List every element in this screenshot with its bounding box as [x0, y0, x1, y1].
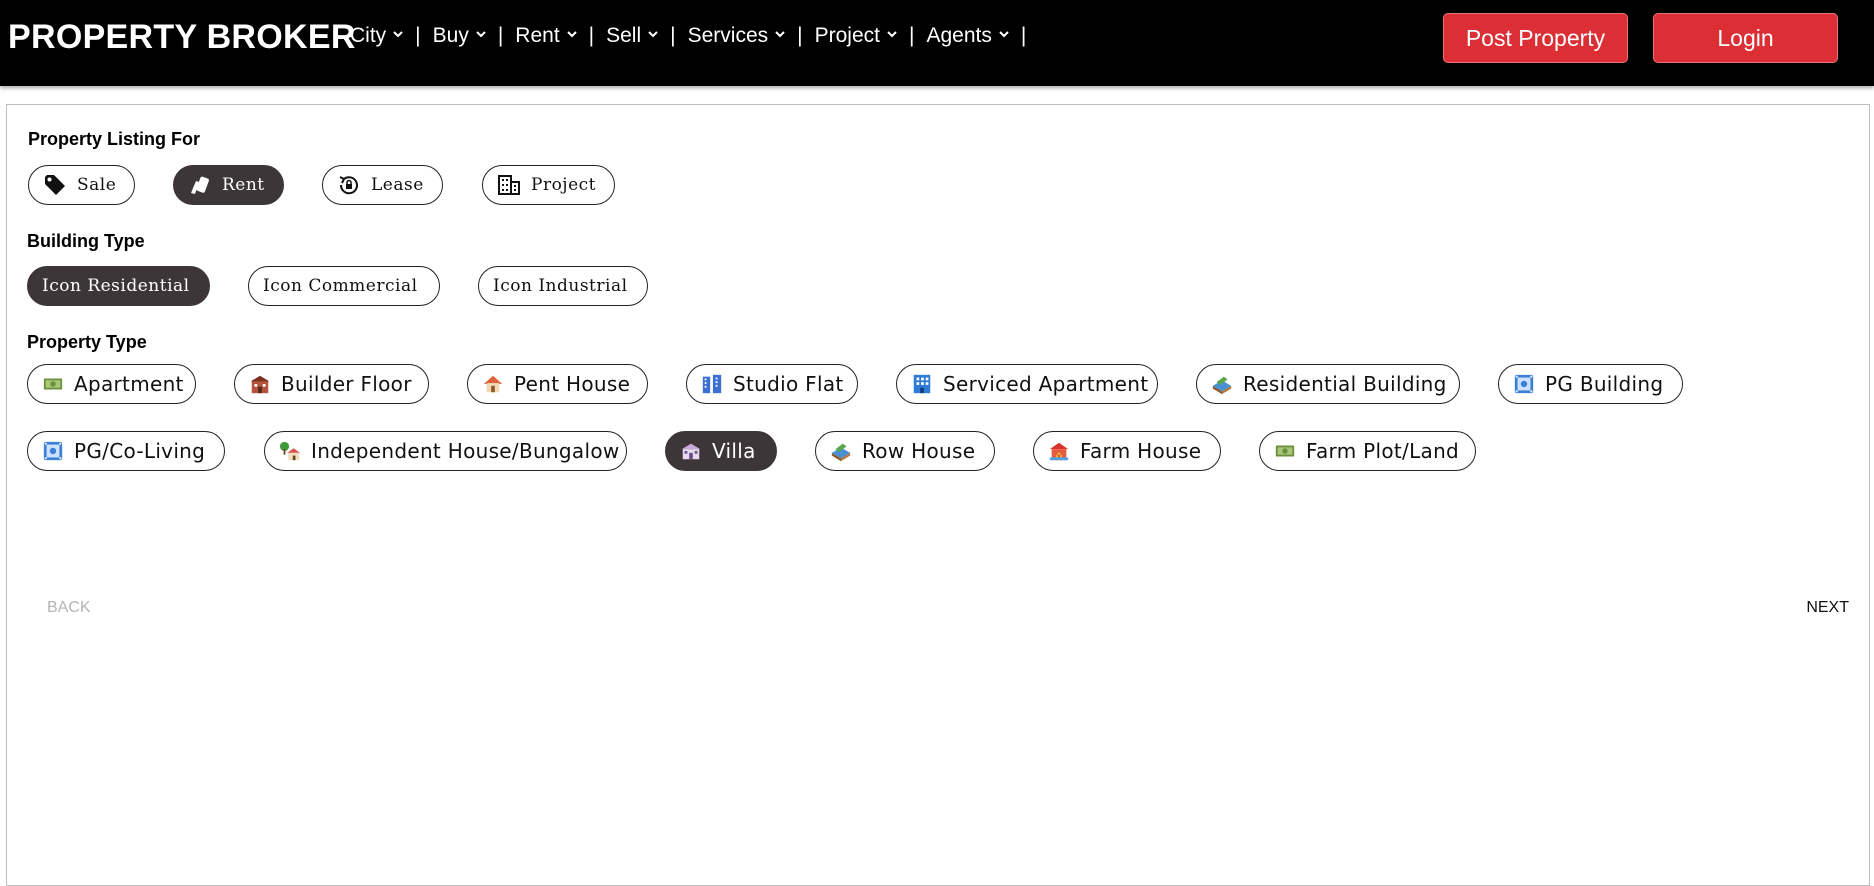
- property-option-row-house[interactable]: Row House: [815, 431, 995, 471]
- property-option-farm-house[interactable]: Farm House: [1033, 431, 1221, 471]
- apartment-icon: [43, 378, 63, 390]
- nav-city-label: City: [350, 24, 387, 47]
- nav-separator: |: [1020, 24, 1027, 47]
- nav-separator: |: [497, 24, 504, 47]
- building-option-industrial[interactable]: Icon Industrial: [478, 266, 648, 306]
- residential-building-icon: [1212, 376, 1232, 395]
- lease-lock-icon: [339, 176, 358, 195]
- property-option-label: PG/Co-Living: [74, 439, 206, 463]
- property-option-pg-co-living[interactable]: PG/Co-Living: [27, 431, 225, 471]
- rent-cards-icon: [191, 176, 209, 194]
- listing-option-lease[interactable]: Lease: [322, 165, 443, 205]
- house-icon: [483, 375, 503, 393]
- main-nav: City | Buy | Rent | Sell | Services | Pr…: [350, 24, 1038, 48]
- brand-logo[interactable]: PROPERTY BROKER: [8, 18, 356, 57]
- building-icon: [498, 175, 520, 195]
- chevron-down-icon: [393, 31, 403, 38]
- property-option-label: Farm House: [1080, 439, 1202, 463]
- listing-form-panel: Property Listing For Sale Rent Lease Pro…: [6, 104, 1870, 886]
- listing-option-label: Rent: [222, 175, 265, 195]
- post-property-button[interactable]: Post Property: [1443, 13, 1628, 63]
- nav-agents-label: Agents: [926, 24, 992, 47]
- building-option-residential[interactable]: Icon Residential: [27, 266, 210, 306]
- property-option-farm-plot-land[interactable]: Farm Plot/Land: [1259, 431, 1476, 471]
- property-option-residential-building[interactable]: Residential Building: [1196, 364, 1460, 404]
- listing-option-sale[interactable]: Sale: [28, 165, 135, 205]
- nav-rent-label: Rent: [515, 24, 560, 47]
- listing-for-label: Property Listing For: [28, 129, 201, 149]
- chevron-down-icon: [476, 31, 486, 38]
- nav-separator: |: [908, 24, 915, 47]
- property-option-apartment[interactable]: Apartment: [27, 364, 196, 404]
- farm-house-icon: [1049, 442, 1069, 461]
- villa-icon: [681, 443, 701, 460]
- nav-buy[interactable]: Buy: [433, 24, 486, 48]
- nav-project-label: Project: [814, 24, 880, 47]
- chevron-down-icon: [648, 31, 658, 38]
- listing-option-project[interactable]: Project: [482, 165, 615, 205]
- tag-icon: [45, 175, 65, 195]
- chevron-down-icon: [887, 31, 897, 38]
- building-option-label: Icon Industrial: [493, 276, 628, 296]
- nav-separator: |: [797, 24, 803, 47]
- nav-rent[interactable]: Rent: [515, 24, 577, 48]
- chevron-down-icon: [999, 31, 1009, 38]
- nav-separator: |: [670, 24, 676, 47]
- nav-separator: |: [588, 24, 595, 47]
- building-option-label: Icon Residential: [42, 276, 190, 296]
- property-option-villa[interactable]: Villa: [665, 431, 777, 471]
- property-option-independent-house[interactable]: Independent House/Bungalow: [264, 431, 627, 471]
- property-option-pent-house[interactable]: Pent House: [467, 364, 648, 404]
- property-option-label: PG Building: [1545, 372, 1664, 396]
- property-option-studio-flat[interactable]: Studio Flat: [686, 364, 858, 404]
- property-option-label: Villa: [712, 439, 756, 463]
- builder-floor-icon: [250, 375, 270, 394]
- studio-flat-icon: [702, 374, 722, 394]
- building-option-label: Icon Commercial: [263, 276, 418, 296]
- property-option-label: Builder Floor: [281, 372, 412, 396]
- nav-city[interactable]: City: [350, 24, 403, 48]
- building-type-label: Building Type: [27, 231, 145, 251]
- nav-buy-label: Buy: [432, 24, 469, 47]
- chevron-down-icon: [775, 31, 785, 38]
- listing-option-label: Sale: [77, 175, 117, 195]
- pg-co-living-icon: [43, 441, 63, 461]
- office-building-icon: [913, 374, 931, 394]
- nav-sell[interactable]: Sell: [606, 24, 658, 48]
- nav-agents[interactable]: Agents: [926, 24, 1009, 48]
- listing-option-label: Project: [531, 175, 596, 195]
- land-plot-icon: [1275, 445, 1295, 457]
- building-option-commercial[interactable]: Icon Commercial: [248, 266, 440, 306]
- back-button[interactable]: BACK: [47, 599, 91, 617]
- property-option-label: Studio Flat: [733, 372, 844, 396]
- property-option-pg-building[interactable]: PG Building: [1498, 364, 1683, 404]
- row-house-icon: [831, 443, 851, 462]
- listing-option-rent[interactable]: Rent: [173, 165, 284, 205]
- nav-services[interactable]: Services: [688, 24, 786, 48]
- next-button[interactable]: NEXT: [1806, 599, 1849, 617]
- property-option-label: Row House: [862, 439, 976, 463]
- top-navbar: PROPERTY BROKER City | Buy | Rent | Sell…: [0, 0, 1874, 86]
- pg-building-icon: [1514, 374, 1534, 394]
- property-option-label: Farm Plot/Land: [1306, 439, 1460, 463]
- nav-sell-label: Sell: [606, 24, 642, 47]
- login-button[interactable]: Login: [1653, 13, 1838, 63]
- house-with-garden-icon: [279, 441, 301, 461]
- nav-services-label: Services: [687, 24, 769, 47]
- property-option-serviced-apartment[interactable]: Serviced Apartment: [896, 364, 1158, 404]
- property-option-builder-floor[interactable]: Builder Floor: [234, 364, 429, 404]
- property-option-label: Residential Building: [1243, 372, 1447, 396]
- property-option-label: Independent House/Bungalow: [311, 439, 620, 463]
- chevron-down-icon: [566, 31, 577, 38]
- nav-project[interactable]: Project: [815, 24, 897, 48]
- property-option-label: Apartment: [74, 372, 184, 396]
- property-option-label: Pent House: [514, 372, 631, 396]
- property-type-label: Property Type: [27, 332, 147, 352]
- nav-separator: |: [415, 24, 421, 47]
- property-option-label: Serviced Apartment: [943, 372, 1149, 396]
- listing-option-label: Lease: [371, 175, 424, 195]
